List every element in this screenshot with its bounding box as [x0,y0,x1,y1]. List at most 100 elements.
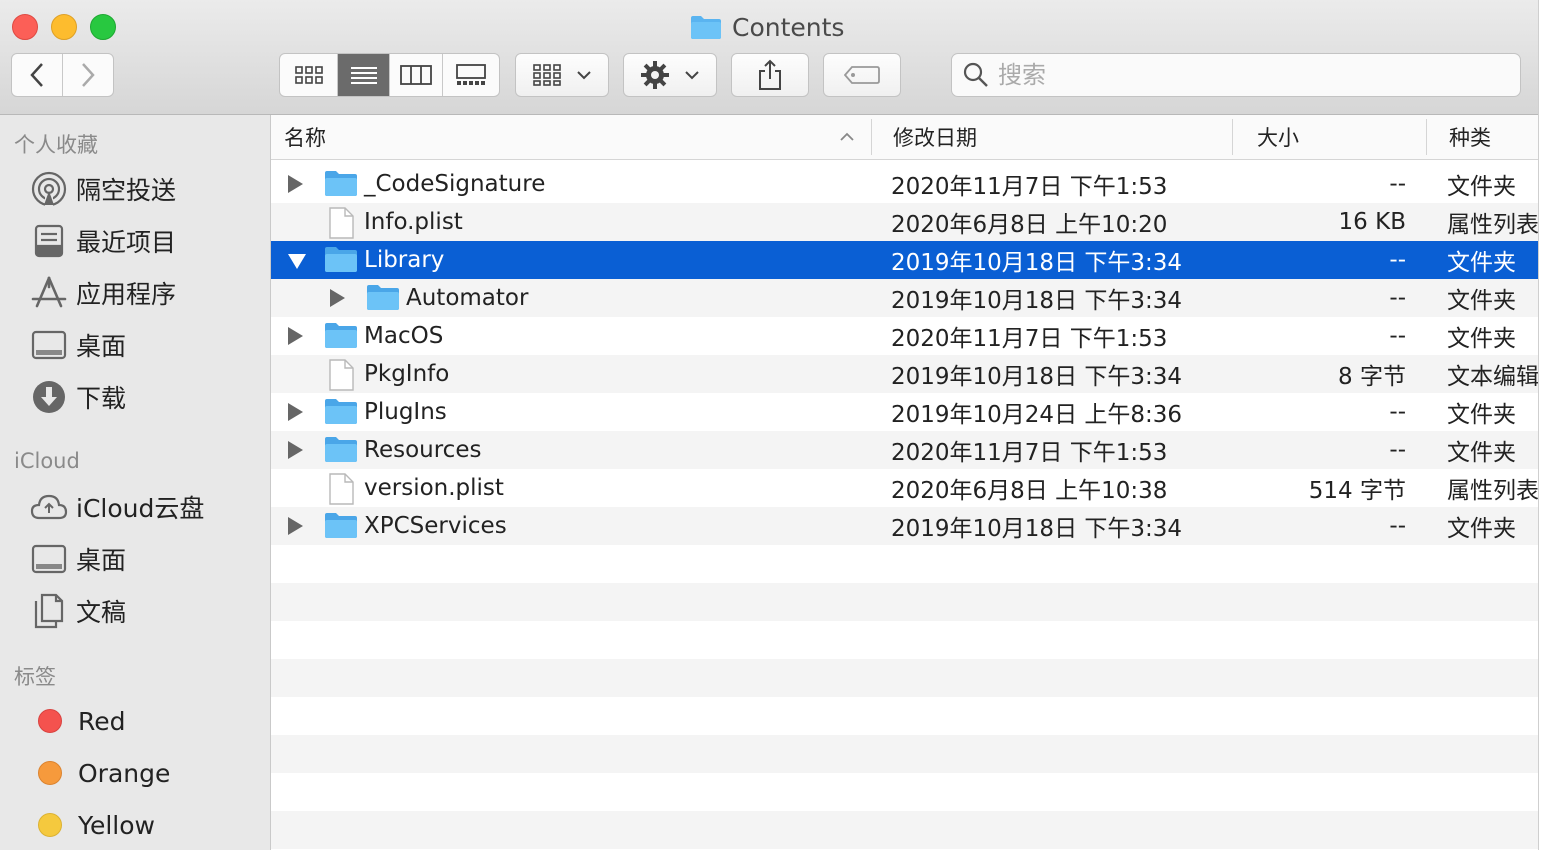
columns-icon [400,65,433,85]
file-name: PkgInfo [364,361,450,387]
icloud-drive-icon [30,488,68,526]
file-date: 2019年10月24日 上午8:36 [891,402,1183,428]
icon-view-button[interactable] [280,54,339,96]
search-field[interactable] [951,53,1521,97]
sidebar-item-label: Yellow [78,810,155,840]
file-row[interactable]: XPCServices 2019年10月18日 下午3:34 -- 文件夹 [271,507,1538,545]
forward-button[interactable] [63,54,113,96]
sidebar-tag-orange[interactable]: Orange [30,751,170,795]
file-kind: 文件夹 [1447,440,1516,466]
folder-icon [324,321,358,355]
disclosure-triangle-right-icon[interactable] [288,175,303,193]
sidebar-item-desktop[interactable]: 桌面 [30,323,126,367]
column-header-date[interactable]: 修改日期 [872,115,1232,159]
file-row[interactable]: Resources 2020年11月7日 下午1:53 -- 文件夹 [271,431,1538,469]
sidebar-item-label: Orange [78,758,171,788]
file-name: Info.plist [364,209,463,235]
red-tag-dot-icon [38,709,62,733]
disclosure-triangle-right-icon[interactable] [288,327,303,345]
file-row[interactable]: MacOS 2020年11月7日 下午1:53 -- 文件夹 [271,317,1538,355]
sidebar-section-icloud: iCloud [14,449,80,473]
disclosure-triangle-right-icon[interactable] [288,403,303,421]
back-button[interactable] [12,54,63,96]
column-header-name[interactable]: 名称 [271,115,871,159]
file-date: 2019年10月18日 下午3:34 [891,288,1183,314]
list-view-button[interactable] [338,54,391,96]
sidebar-tag-yellow[interactable]: Yellow [30,803,155,847]
file-size: -- [1389,323,1406,349]
share-icon [759,59,781,90]
window-title: Contents [690,10,844,44]
sidebar-item-airdrop[interactable]: 隔空投送 [30,167,176,211]
search-icon [963,62,988,87]
file-name: version.plist [364,475,504,501]
disclosure-triangle-right-icon[interactable] [330,289,345,307]
column-header-kind[interactable]: 种类 [1427,115,1538,159]
file-row[interactable]: _CodeSignature 2020年11月7日 下午1:53 -- 文件夹 [271,165,1538,203]
file-kind: 文本编辑 [1447,364,1539,390]
file-row[interactable]: version.plist 2020年6月8日 上午10:38 514 字节 属性列表 [271,469,1538,507]
finder-window: Contents 搜索 个人收藏 隔空投送 最近项目 应用程序 桌面 下载 iC… [0,0,1539,850]
zoom-window-button[interactable] [90,14,116,40]
sidebar-tag-red[interactable]: Red [30,699,126,743]
column-view-button[interactable] [390,54,443,96]
minimize-window-button[interactable] [51,14,77,40]
tag-button[interactable] [823,53,901,97]
folder-icon [324,511,358,545]
empty-row [271,659,1538,697]
sidebar-item-label: 下载 [76,384,127,413]
group-by-button[interactable] [515,53,609,97]
sidebar-section-favorites: 个人收藏 [14,133,98,157]
gallery-view-button[interactable] [443,54,499,96]
action-button[interactable] [623,53,717,97]
file-row[interactable]: Info.plist 2020年6月8日 上午10:20 16 KB 属性列表 [271,203,1538,241]
file-size: 514 字节 [1308,478,1406,504]
file-size: 8 字节 [1338,364,1406,390]
search-input[interactable] [996,60,1500,90]
file-row[interactable]: PkgInfo 2019年10月18日 下午3:34 8 字节 文本编辑 [271,355,1538,393]
sort-ascending-icon [840,132,854,141]
icon-grid-icon [533,64,561,86]
file-kind: 文件夹 [1447,250,1516,276]
sidebar-item-icloud-drive[interactable]: iCloud云盘 [30,485,204,529]
chevron-left-icon [30,63,43,87]
file-list: 名称 修改日期 大小 种类 _CodeSignature 2020年11月7日 下… [271,115,1538,850]
disclosure-triangle-right-icon[interactable] [288,441,303,459]
file-name: PlugIns [364,399,447,425]
file-kind: 属性列表 [1447,478,1539,504]
sidebar-item-label: 桌面 [76,332,127,361]
file-date: 2019年10月18日 下午3:34 [891,364,1183,390]
document-icon [327,473,355,511]
empty-row [271,697,1538,735]
file-kind: 文件夹 [1447,174,1516,200]
share-button[interactable] [731,53,809,97]
close-window-button[interactable] [12,14,38,40]
disclosure-triangle-right-icon[interactable] [288,517,303,535]
sidebar-item-label: iCloud云盘 [76,494,205,523]
sidebar-item-label: 应用程序 [76,280,177,309]
sidebar-item-recents[interactable]: 最近项目 [30,219,176,263]
orange-tag-dot-icon [38,761,62,785]
file-size: -- [1389,285,1406,311]
file-date: 2019年10月18日 下午3:34 [891,516,1183,542]
icon-grid-icon [294,66,323,84]
toolbar: Contents [0,0,1538,115]
navigation-buttons [11,53,114,97]
file-row[interactable]: Automator 2019年10月18日 下午3:34 -- 文件夹 [271,279,1538,317]
folder-icon [691,16,721,39]
document-icon [327,359,355,397]
file-row[interactable]: Library 2019年10月18日 下午3:34 -- 文件夹 [271,241,1538,279]
column-header-size[interactable]: 大小 [1233,115,1426,159]
sidebar-item-applications[interactable]: 应用程序 [30,271,176,315]
disclosure-triangle-down-icon[interactable] [288,254,306,269]
chevron-down-icon [577,71,591,80]
sidebar-item-documents[interactable]: 文稿 [30,589,126,633]
file-row[interactable]: PlugIns 2019年10月24日 上午8:36 -- 文件夹 [271,393,1538,431]
column-header-label: 名称 [284,126,326,150]
downloads-icon [30,378,68,416]
sidebar-item-downloads[interactable]: 下载 [30,375,126,419]
file-kind: 文件夹 [1447,288,1516,314]
empty-row [271,735,1538,773]
sidebar-item-icloud-desktop[interactable]: 桌面 [30,537,126,581]
sidebar-item-label: Red [78,706,126,736]
